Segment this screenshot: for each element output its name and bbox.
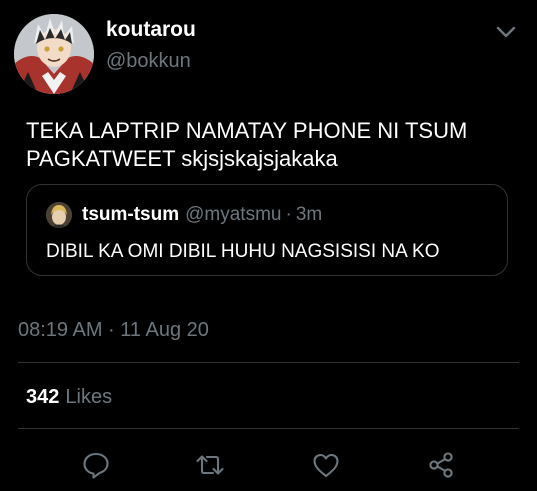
- likes-stat[interactable]: 342 Likes: [26, 386, 112, 409]
- like-button[interactable]: [310, 449, 342, 481]
- tweet-text-line: TEKA LAPTRIP NAMATAY PHONE NI TSUM: [26, 118, 468, 143]
- tweet-menu-button[interactable]: [492, 22, 520, 42]
- author-display-name[interactable]: koutarou: [106, 18, 196, 42]
- chevron-down-icon: [496, 26, 516, 38]
- tweet-detail: koutarou @bokkun TEKA LAPTRIP NAMATAY PH…: [0, 0, 537, 491]
- reply-icon: [83, 452, 109, 479]
- tweet-text: TEKA LAPTRIP NAMATAY PHONE NI TSUM PAGKA…: [26, 117, 526, 173]
- quoted-user-display-name[interactable]: tsum-tsum: [82, 204, 179, 225]
- retweet-icon: [196, 455, 224, 475]
- likes-label: Likes: [65, 386, 113, 408]
- quoted-tweet-text: DIBIL KA OMI DIBIL HUHU NAGSISISI NA KO: [46, 241, 440, 262]
- quoted-user-handle[interactable]: @myatsmu: [185, 204, 281, 225]
- likes-count: 342: [26, 386, 60, 408]
- quoted-tweet-card[interactable]: tsum-tsum @myatsmu · 3m DIBIL KA OMI DIBIL …: [26, 184, 508, 276]
- user-avatar-icon: [14, 14, 94, 94]
- share-icon: [429, 452, 453, 478]
- quoted-tweet-separator: ·: [285, 204, 292, 225]
- tweet-timestamp[interactable]: 08:19 AM · 11 Aug 20: [18, 319, 209, 342]
- share-button[interactable]: [425, 449, 457, 481]
- quoted-tweet-time: 3m: [295, 204, 323, 225]
- quoted-tweet-header: tsum-tsum @myatsmu · 3m: [82, 204, 322, 226]
- quoted-user-avatar[interactable]: [46, 202, 72, 228]
- divider: [18, 362, 519, 363]
- retweet-button[interactable]: [194, 449, 226, 481]
- divider: [18, 428, 519, 429]
- like-icon: [313, 453, 339, 478]
- reply-button[interactable]: [80, 449, 112, 481]
- quoted-user-avatar-icon: [46, 202, 72, 228]
- tweet-text-line: PAGKATWEET skjsjskajsjakaka: [26, 146, 338, 171]
- author-avatar[interactable]: [14, 14, 94, 94]
- author-handle[interactable]: @bokkun: [106, 50, 191, 73]
